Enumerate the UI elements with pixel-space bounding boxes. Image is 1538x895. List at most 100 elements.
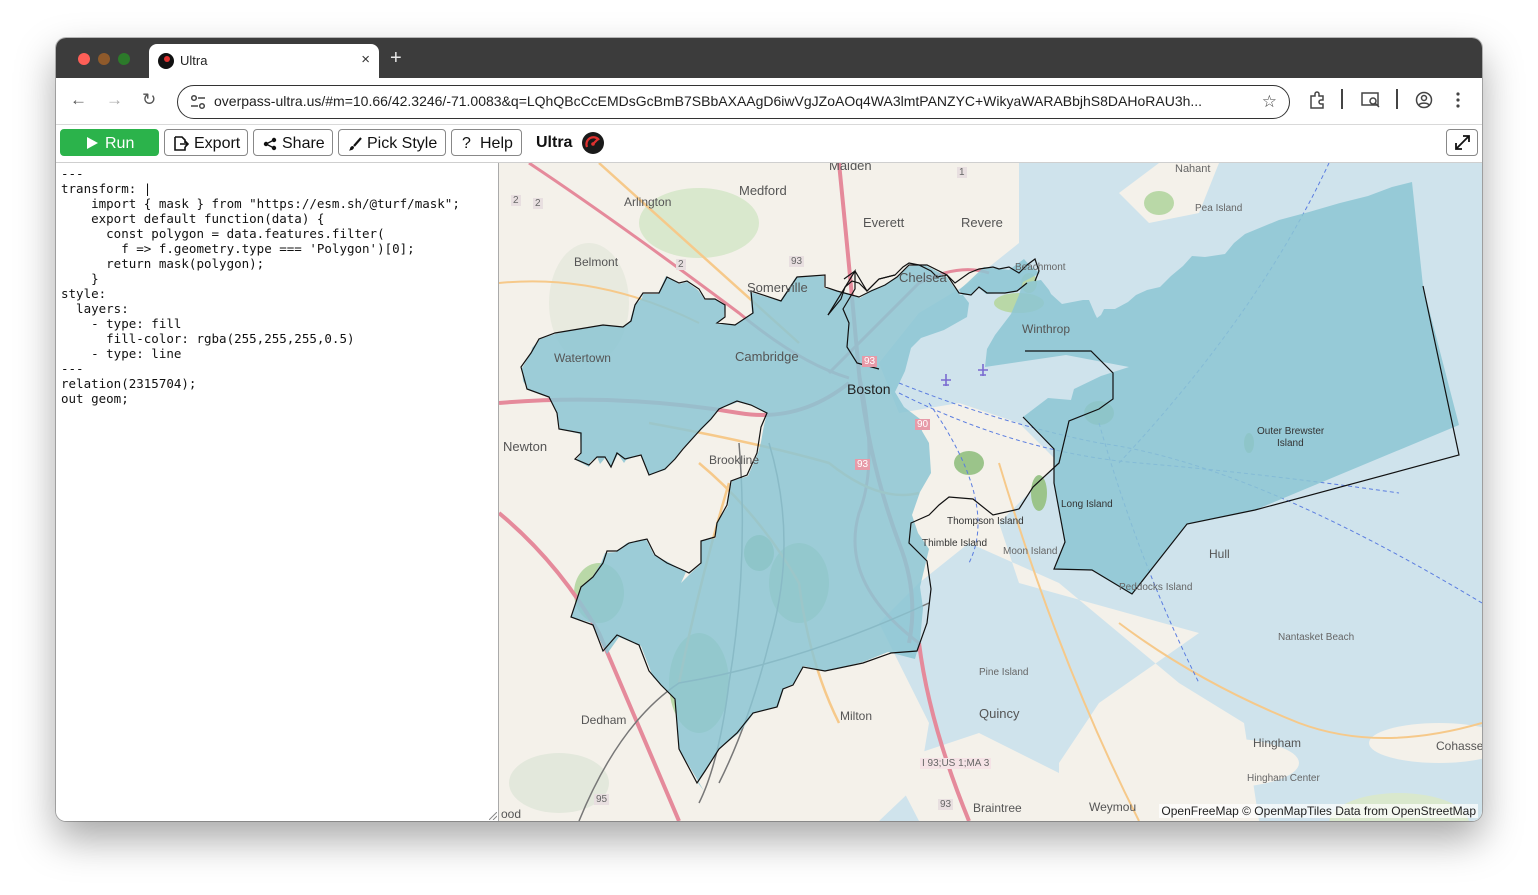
label-quincy: Quincy (979, 706, 1020, 721)
play-icon (87, 137, 98, 149)
share-button[interactable]: Share (253, 129, 333, 156)
label-everett: Everett (863, 215, 905, 230)
shield-93: 93 (855, 459, 871, 470)
label-revere: Revere (961, 215, 1003, 230)
label-arlington: Arlington (624, 195, 672, 209)
attribution-data: Data from (1335, 804, 1388, 818)
help-label: Help (480, 135, 513, 152)
label-pea-island: Pea Island (1195, 203, 1243, 214)
minimize-window-button[interactable] (98, 53, 110, 65)
map-view[interactable]: Malden Medford Arlington Everett Revere … (499, 163, 1482, 821)
label-medford: Medford (739, 183, 787, 198)
tab-close-icon[interactable]: × (361, 51, 370, 68)
label-boston: Boston (847, 381, 891, 397)
ultra-logo-icon (582, 132, 604, 154)
label-chelsea: Chelsea (899, 270, 947, 285)
shield-2: 2 (511, 195, 521, 206)
shield-93: 93 (938, 799, 954, 810)
label-hull: Hull (1209, 547, 1230, 561)
shield-90: 90 (915, 419, 931, 430)
label-belmont: Belmont (574, 255, 619, 269)
map-canvas[interactable] (499, 163, 1482, 821)
airport-icon (941, 374, 951, 386)
query-editor[interactable]: --- transform: | import { mask } from "h… (56, 163, 499, 821)
ultra-favicon-icon (158, 53, 174, 69)
tab-strip: Ultra × + (56, 38, 1482, 78)
map-attribution: OpenFreeMap © OpenMapTiles Data from Ope… (1159, 804, 1478, 818)
export-button[interactable]: Export (164, 129, 248, 156)
export-file-icon (174, 136, 189, 151)
maximize-window-button[interactable] (118, 53, 130, 65)
attribution-tiles[interactable]: OpenFreeMap © OpenMapTiles (1161, 804, 1331, 818)
new-tab-button[interactable]: + (390, 47, 402, 70)
browser-toolbar: ← → ↻ overpass-ultra.us/#m=10.66/42.3246… (56, 78, 1482, 125)
shield-1: 1 (957, 167, 967, 178)
help-question-icon: ? (462, 135, 471, 152)
label-outer-brewster-island: Island (1277, 438, 1304, 449)
forward-button[interactable]: → (106, 90, 123, 110)
shield-95: 95 (594, 794, 610, 805)
label-brookline: Brookline (709, 453, 760, 467)
browser-menu-icon[interactable] (1454, 91, 1462, 109)
browser-tab[interactable]: Ultra × (149, 44, 379, 78)
help-button[interactable]: ? Help (451, 129, 522, 156)
app-brand-name: Ultra (536, 134, 573, 151)
close-window-button[interactable] (78, 53, 90, 65)
run-label: Run (105, 135, 135, 152)
label-watertown: Watertown (554, 351, 611, 365)
share-label: Share (282, 135, 325, 152)
label-thimble-island: Thimble Island (922, 538, 988, 549)
attribution-osm-link[interactable]: OpenStreetMap (1391, 804, 1476, 818)
label-newton: Newton (503, 439, 548, 454)
expand-arrows-icon (1455, 135, 1470, 150)
label-winthrop: Winthrop (1022, 322, 1071, 336)
label-hingham: Hingham (1253, 736, 1302, 750)
label-braintree: Braintree (973, 801, 1022, 815)
share-icon (263, 137, 277, 151)
label-somerville: Somerville (747, 280, 808, 295)
shield-93: 93 (789, 256, 805, 267)
site-settings-icon[interactable] (190, 94, 206, 110)
profile-icon[interactable] (1415, 91, 1433, 109)
label-beachmont: Beachmont (1015, 262, 1066, 273)
label-outer-brewster: Outer Brewster (1257, 426, 1325, 437)
label-moon-island: Moon Island (1003, 546, 1058, 557)
toolbar-divider (1396, 89, 1398, 109)
label-nahant: Nahant (1175, 163, 1211, 175)
label-long-island: Long Island (1061, 499, 1113, 510)
extensions-icon[interactable] (1308, 91, 1326, 109)
screen-search-icon[interactable] (1361, 91, 1381, 109)
run-button[interactable]: Run (60, 129, 159, 156)
paintbrush-icon (349, 137, 362, 151)
label-weymouth: Weymou (1089, 800, 1137, 814)
label-cambridge: Cambridge (735, 349, 799, 364)
resize-handle-icon[interactable] (489, 812, 497, 820)
label-wood: ood (501, 807, 522, 821)
url-text: overpass-ultra.us/#m=10.66/42.3246/-71.0… (214, 93, 1203, 109)
back-button[interactable]: ← (70, 90, 87, 110)
reload-button[interactable]: ↻ (142, 90, 156, 110)
label-cohasset: Cohasse (1436, 739, 1482, 753)
label-peddocks-island: Peddocks Island (1119, 582, 1193, 593)
pick-style-button[interactable]: Pick Style (338, 129, 446, 156)
address-bar[interactable]: overpass-ultra.us/#m=10.66/42.3246/-71.0… (177, 85, 1290, 119)
shield-2: 2 (533, 198, 543, 209)
label-dedham: Dedham (581, 713, 627, 727)
bookmark-star-icon[interactable]: ☆ (1262, 92, 1277, 112)
label-route-i93: I 93;US 1;MA 3 (920, 758, 992, 769)
shield-93: 93 (862, 356, 878, 367)
label-milton: Milton (840, 709, 873, 723)
query-code[interactable]: --- transform: | import { mask } from "h… (61, 166, 460, 406)
label-malden: Malden (829, 163, 872, 173)
fullscreen-button[interactable] (1446, 129, 1478, 156)
airport-icon (978, 364, 988, 376)
toolbar-divider (1341, 89, 1343, 109)
tab-title: Ultra (180, 53, 208, 68)
browser-window: Ultra × + ← → ↻ overpass-ultra.us/#m=10.… (56, 38, 1482, 821)
shield-2: 2 (676, 259, 686, 270)
label-thompson-island: Thompson Island (947, 516, 1024, 527)
label-hingham-center: Hingham Center (1247, 773, 1320, 784)
label-nantasket-beach: Nantasket Beach (1278, 632, 1355, 643)
pick-style-label: Pick Style (367, 135, 438, 152)
label-pine-island: Pine Island (979, 667, 1029, 678)
